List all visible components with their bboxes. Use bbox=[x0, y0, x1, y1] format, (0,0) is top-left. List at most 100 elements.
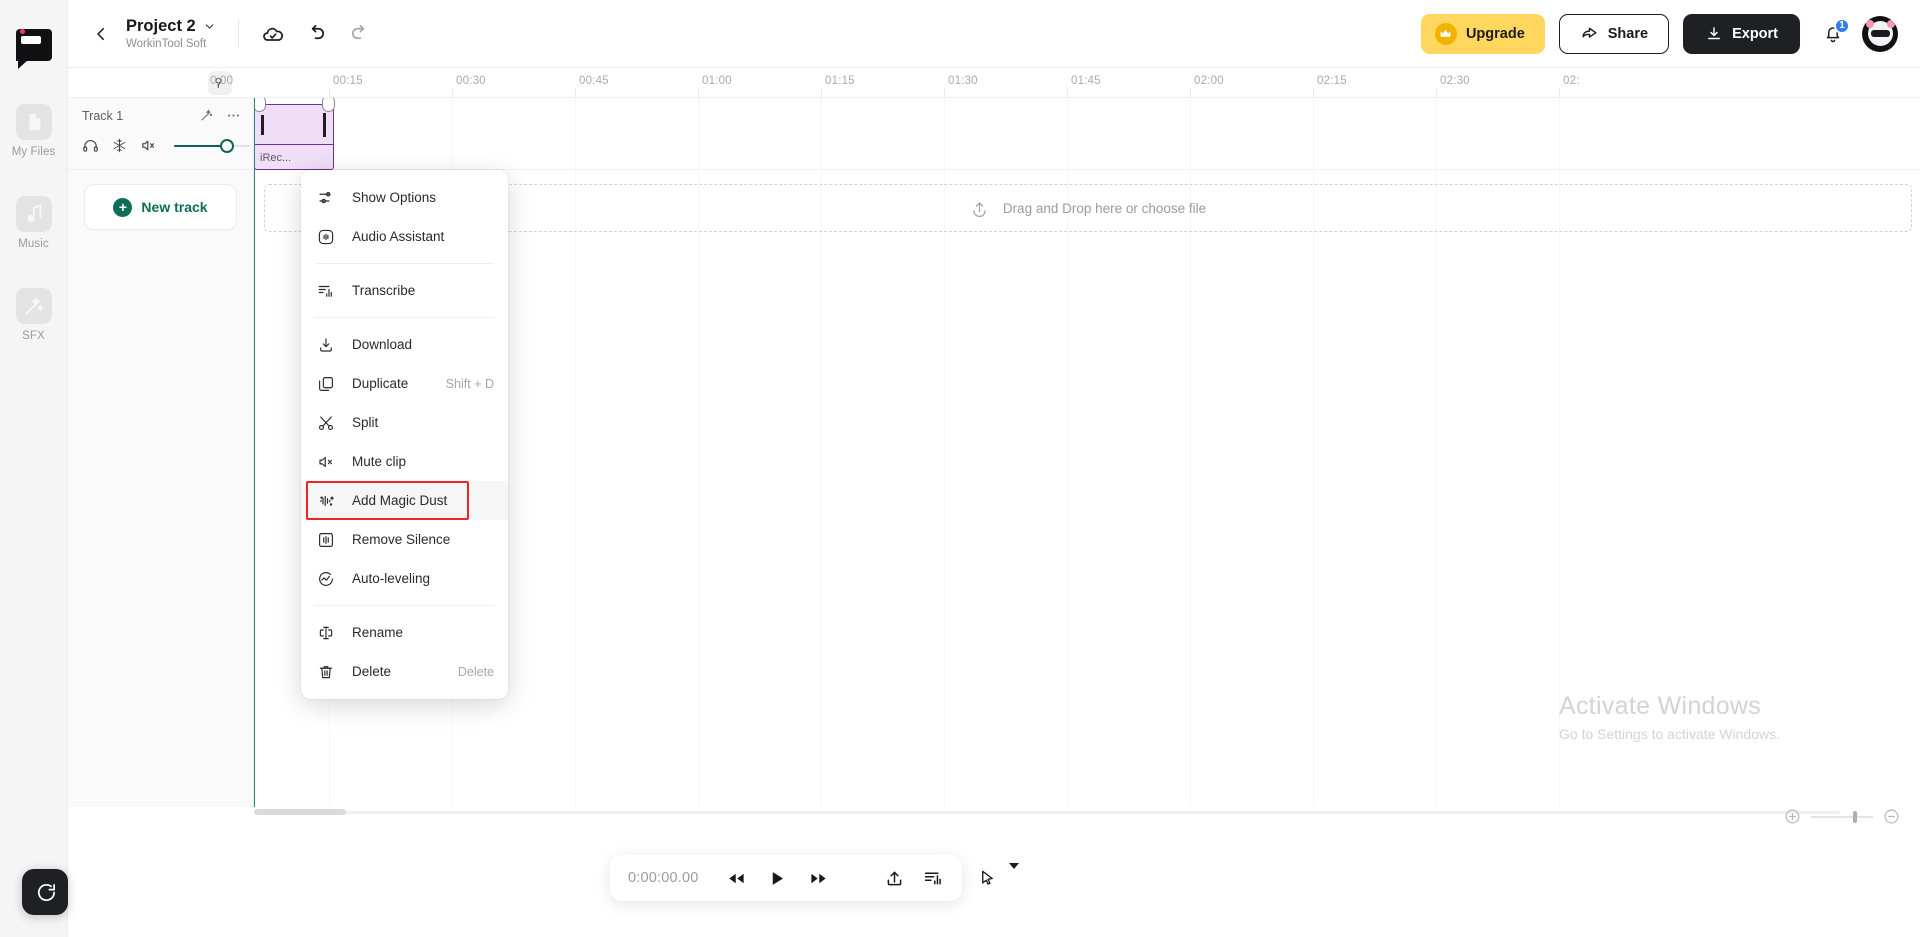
fast-forward-icon[interactable] bbox=[809, 869, 828, 888]
volume-slider-knob[interactable] bbox=[220, 138, 234, 153]
zoom-slider-knob[interactable] bbox=[1853, 810, 1857, 823]
track-header: Track 1 bbox=[68, 98, 253, 170]
zoom-slider[interactable] bbox=[1811, 810, 1873, 824]
context-menu-item-delete[interactable]: Delete Delete bbox=[301, 652, 508, 691]
snowflake-icon[interactable] bbox=[112, 138, 127, 153]
playhead[interactable] bbox=[254, 98, 256, 807]
speaker-mute-icon bbox=[316, 453, 336, 471]
dropzone[interactable]: Drag and Drop here or choose file bbox=[264, 184, 1912, 232]
context-menu-item-download[interactable]: Download bbox=[301, 325, 508, 364]
sidebar-item-music[interactable]: Music bbox=[3, 196, 65, 250]
download-icon bbox=[316, 336, 336, 354]
context-menu-item-label: Delete bbox=[352, 664, 392, 679]
sidebar-item-sfx[interactable]: SFX bbox=[3, 288, 65, 342]
ruler-tick-line bbox=[821, 88, 822, 98]
project-info: Project 2 WorkinTool Soft bbox=[126, 17, 216, 50]
transcribe-icon[interactable] bbox=[923, 868, 944, 889]
play-icon[interactable] bbox=[768, 869, 787, 888]
context-menu-item-auto-leveling[interactable]: Auto-leveling bbox=[301, 559, 508, 598]
project-title-row[interactable]: Project 2 bbox=[126, 17, 216, 36]
app-root: My Files Music SFX Project 2 WorkinTool … bbox=[0, 0, 1920, 937]
upload-icon bbox=[970, 199, 989, 218]
avatar[interactable] bbox=[1862, 15, 1898, 52]
context-menu-item-transcribe[interactable]: Transcribe bbox=[301, 271, 508, 310]
ruler-tick-line bbox=[1067, 88, 1068, 98]
context-menu-divider bbox=[315, 263, 494, 264]
ruler-tick-label: 01:45 bbox=[1071, 75, 1101, 87]
context-menu-item-duplicate[interactable]: Duplicate Shift + D bbox=[301, 364, 508, 403]
back-button[interactable] bbox=[88, 21, 114, 47]
audio-clip[interactable]: iRec... bbox=[254, 98, 335, 170]
share-label: Share bbox=[1607, 25, 1649, 42]
context-menu-item-label: Transcribe bbox=[352, 283, 416, 298]
caret-down-icon[interactable] bbox=[1008, 863, 1019, 887]
clip-name-label: iRec... bbox=[260, 152, 292, 164]
magic-wand-icon bbox=[15, 288, 52, 324]
clip-handle-right[interactable] bbox=[322, 98, 335, 112]
context-menu-divider bbox=[315, 317, 494, 318]
new-track-button[interactable]: + New track bbox=[84, 184, 237, 230]
context-menu-item-rename[interactable]: Rename bbox=[301, 613, 508, 652]
scrollbar-thumb[interactable] bbox=[254, 809, 346, 815]
ruler-tick-line bbox=[329, 88, 330, 98]
context-menu-item-label: Auto-leveling bbox=[352, 571, 431, 586]
page-title: Project 2 bbox=[126, 17, 196, 35]
workintool-logo-icon[interactable] bbox=[13, 24, 55, 69]
clip-handle-left[interactable] bbox=[254, 98, 266, 112]
undo-icon[interactable] bbox=[305, 22, 328, 45]
timeline-ruler[interactable]: 0:00 00:15 00:30 00:45 01:00 01:15 01:30 01:45 0… bbox=[68, 68, 1920, 98]
rewind-icon[interactable] bbox=[727, 869, 746, 888]
auto-leveling-icon bbox=[316, 570, 336, 588]
magic-wand-icon[interactable] bbox=[199, 108, 214, 123]
ruler-tick-label: 01:15 bbox=[825, 75, 855, 87]
cursor-icon[interactable] bbox=[978, 869, 997, 888]
zoom-controls bbox=[1784, 808, 1900, 825]
notifications-button[interactable]: 1 bbox=[1822, 17, 1850, 45]
ruler-tick-line bbox=[698, 88, 699, 98]
ruler-tick-label: 01:00 bbox=[702, 75, 732, 87]
context-menu-item-label: Remove Silence bbox=[352, 532, 451, 547]
playback-toolbar: 0:00:00.00 bbox=[610, 855, 1019, 901]
magic-dust-icon bbox=[316, 492, 336, 510]
context-menu-item-mute-clip[interactable]: Mute clip bbox=[301, 442, 508, 481]
watermark-subtitle: Go to Settings to activate Windows. bbox=[1559, 726, 1780, 742]
context-menu-item-remove-silence[interactable]: Remove Silence bbox=[301, 520, 508, 559]
cloud-saved-icon[interactable] bbox=[261, 22, 285, 46]
ruler-tick-line bbox=[452, 88, 453, 98]
zoom-out-icon[interactable] bbox=[1883, 808, 1900, 825]
share-arrow-icon bbox=[1580, 24, 1599, 43]
horizontal-scrollbar[interactable] bbox=[254, 809, 1840, 815]
ruler-tick-line bbox=[575, 88, 576, 98]
sidebar-label-sfx: SFX bbox=[22, 330, 45, 342]
redo-icon[interactable] bbox=[348, 22, 371, 45]
new-track-label: New track bbox=[141, 199, 208, 215]
context-menu-item-label: Download bbox=[352, 337, 413, 352]
context-menu-item-add-magic-dust[interactable]: Add Magic Dust bbox=[301, 481, 508, 520]
ruler-tick-line bbox=[944, 88, 945, 98]
volume-slider[interactable] bbox=[174, 138, 250, 153]
track-lane[interactable]: iRec... bbox=[254, 98, 1920, 170]
context-menu-item-label: Show Options bbox=[352, 190, 437, 205]
headphones-icon[interactable] bbox=[82, 137, 99, 154]
transcribe-icon bbox=[316, 282, 336, 300]
download-icon bbox=[1705, 25, 1723, 43]
ruler-tick-label: 02: bbox=[1563, 75, 1580, 87]
zoom-in-icon[interactable] bbox=[1784, 808, 1801, 825]
context-menu-item-show-options[interactable]: Show Options bbox=[301, 178, 508, 217]
scrollbar-track bbox=[254, 811, 1840, 814]
export-button[interactable]: Export bbox=[1683, 13, 1800, 54]
dropzone-label: Drag and Drop here or choose file bbox=[1002, 200, 1207, 216]
context-menu-item-split[interactable]: Split bbox=[301, 403, 508, 442]
sidebar-item-my-files[interactable]: My Files bbox=[3, 104, 65, 158]
context-menu-item-label: Split bbox=[352, 415, 379, 430]
ruler-tick-label: 01:30 bbox=[948, 75, 978, 87]
chevron-down-icon[interactable] bbox=[203, 20, 216, 33]
share-button[interactable]: Share bbox=[1558, 13, 1670, 54]
upload-icon[interactable] bbox=[884, 868, 905, 889]
upgrade-button[interactable]: Upgrade bbox=[1420, 13, 1545, 54]
track-name-label: Track 1 bbox=[82, 108, 124, 123]
context-menu-item-audio-assistant[interactable]: Audio Assistant bbox=[301, 217, 508, 256]
more-options-icon[interactable] bbox=[226, 108, 241, 123]
speaker-mute-icon[interactable] bbox=[140, 137, 157, 154]
help-chat-button[interactable] bbox=[22, 869, 68, 915]
